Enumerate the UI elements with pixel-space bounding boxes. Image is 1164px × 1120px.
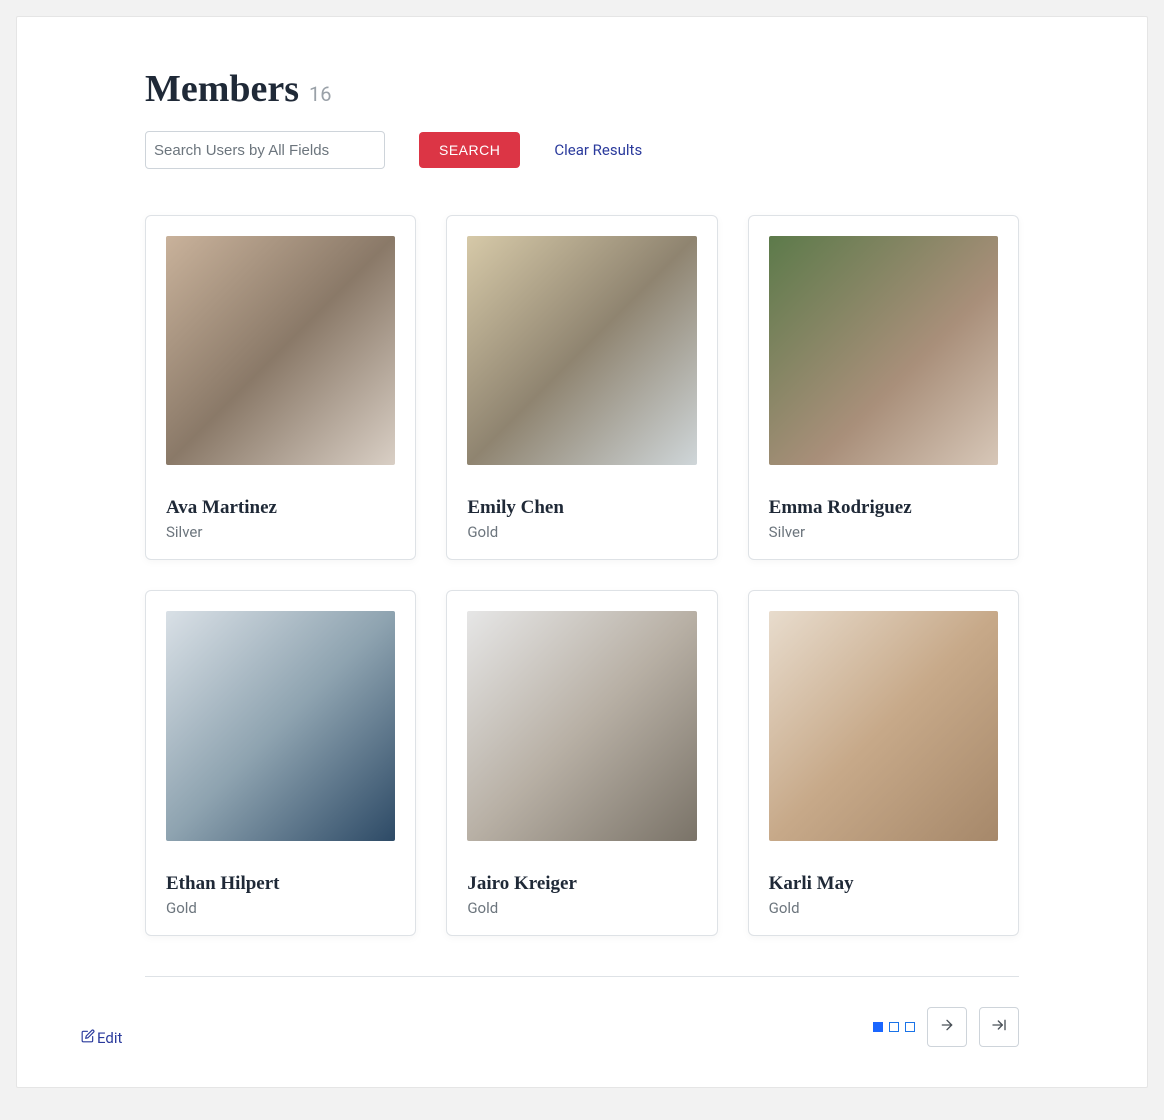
page-dot-2[interactable] (889, 1022, 899, 1032)
member-card[interactable]: Jairo Kreiger Gold (446, 590, 717, 935)
search-button[interactable]: SEARCH (419, 132, 520, 168)
controls-row: SEARCH Clear Results (145, 131, 1019, 169)
member-name: Emma Rodriguez (769, 497, 998, 519)
avatar (769, 611, 998, 840)
edit-link[interactable]: Edit (81, 1029, 122, 1047)
members-panel: Members 16 SEARCH Clear Results Ava Mart… (16, 16, 1148, 1088)
member-tier: Gold (166, 899, 395, 917)
page-dot-3[interactable] (905, 1022, 915, 1032)
avatar (467, 611, 696, 840)
avatar (769, 236, 998, 465)
members-grid: Ava Martinez Silver Emily Chen Gold Emma… (145, 215, 1019, 936)
avatar (166, 236, 395, 465)
divider (145, 976, 1019, 977)
member-tier: Gold (467, 523, 696, 541)
avatar (166, 611, 395, 840)
member-tier: Gold (769, 899, 998, 917)
member-card[interactable]: Emily Chen Gold (446, 215, 717, 560)
member-count: 16 (309, 82, 331, 106)
page-title: Members (145, 67, 299, 111)
last-page-button[interactable] (979, 1007, 1019, 1047)
search-input[interactable] (145, 131, 385, 169)
page-dot-1[interactable] (873, 1022, 883, 1032)
member-tier: Gold (467, 899, 696, 917)
next-page-button[interactable] (927, 1007, 967, 1047)
member-tier: Silver (769, 523, 998, 541)
member-name: Jairo Kreiger (467, 873, 696, 895)
member-name: Ethan Hilpert (166, 873, 395, 895)
member-card[interactable]: Emma Rodriguez Silver (748, 215, 1019, 560)
member-name: Ava Martinez (166, 497, 395, 519)
edit-icon (81, 1029, 95, 1047)
member-card[interactable]: Karli May Gold (748, 590, 1019, 935)
member-card[interactable]: Ethan Hilpert Gold (145, 590, 416, 935)
member-name: Emily Chen (467, 497, 696, 519)
member-tier: Silver (166, 523, 395, 541)
arrow-right-icon (939, 1017, 955, 1036)
title-row: Members 16 (145, 67, 1019, 111)
pagination (145, 1007, 1019, 1047)
member-card[interactable]: Ava Martinez Silver (145, 215, 416, 560)
clear-results-link[interactable]: Clear Results (554, 141, 642, 159)
member-name: Karli May (769, 873, 998, 895)
arrow-end-icon (991, 1017, 1007, 1036)
edit-label: Edit (97, 1029, 122, 1047)
avatar (467, 236, 696, 465)
